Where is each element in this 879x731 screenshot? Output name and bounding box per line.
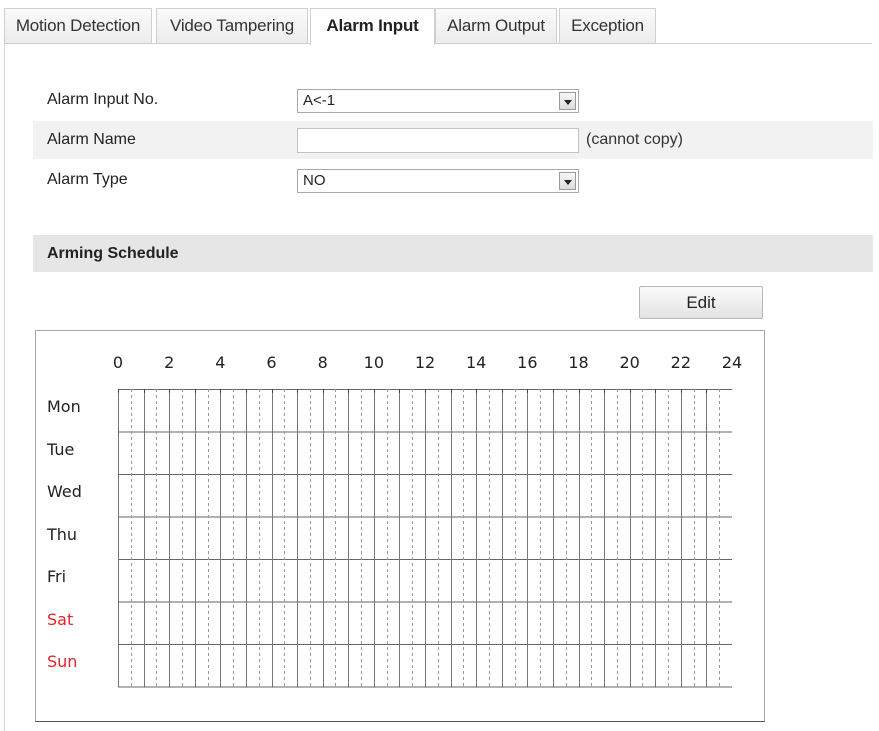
day-label-wed: Wed bbox=[47, 482, 82, 501]
tab-video-tampering[interactable]: Video Tampering bbox=[156, 8, 308, 43]
day-label-thu: Thu bbox=[47, 524, 78, 544]
day-label-sun: Sun bbox=[47, 652, 78, 671]
schedule-grid[interactable] bbox=[118, 389, 732, 693]
tab-alarm-output[interactable]: Alarm Output bbox=[435, 8, 557, 43]
tab-divider bbox=[4, 43, 872, 44]
hour-label: 16 bbox=[517, 353, 538, 372]
tab-exception[interactable]: Exception bbox=[559, 8, 656, 43]
day-label-mon: Mon bbox=[47, 397, 81, 416]
hour-label: 2 bbox=[164, 353, 175, 372]
hour-label: 6 bbox=[266, 353, 277, 372]
alarm-type-row: Alarm Type NO bbox=[33, 161, 873, 199]
tab-alarm-input[interactable]: Alarm Input bbox=[310, 8, 435, 45]
alarm-name-row: Alarm Name (cannot copy) bbox=[33, 121, 873, 159]
alarm-input-no-value: A<-1 bbox=[303, 92, 336, 109]
hour-label: 10 bbox=[363, 353, 385, 372]
hour-label: 22 bbox=[670, 353, 692, 372]
alarm-input-no-label: Alarm Input No. bbox=[47, 91, 159, 108]
hour-label: 14 bbox=[465, 353, 487, 372]
hour-label: 24 bbox=[721, 353, 743, 372]
hour-label: 8 bbox=[317, 353, 328, 372]
arming-schedule-header: Arming Schedule bbox=[33, 235, 873, 272]
hour-label: 18 bbox=[568, 353, 589, 372]
alarm-type-select[interactable]: NO bbox=[297, 169, 579, 193]
tab-motion-detection[interactable]: Motion Detection bbox=[4, 8, 152, 43]
tab-bar: Motion Detection Video Tampering Alarm I… bbox=[4, 8, 874, 45]
day-label-fri: Fri bbox=[47, 567, 67, 586]
chevron-down-icon[interactable] bbox=[559, 172, 576, 190]
hour-label: 4 bbox=[215, 353, 226, 372]
alarm-name-input[interactable] bbox=[297, 128, 579, 153]
arming-schedule-title: Arming Schedule bbox=[47, 245, 179, 262]
alarm-type-value: NO bbox=[303, 172, 326, 189]
alarm-input-no-select[interactable]: A<-1 bbox=[297, 89, 579, 113]
day-label-tue: Tue bbox=[47, 439, 75, 459]
hour-label: 20 bbox=[619, 353, 640, 372]
alarm-name-label: Alarm Name bbox=[47, 131, 136, 148]
alarm-input-no-row: Alarm Input No. A<-1 bbox=[33, 81, 873, 119]
hour-label: 0 bbox=[112, 353, 124, 372]
alarm-name-hint: (cannot copy) bbox=[586, 131, 683, 148]
edit-button[interactable]: Edit bbox=[639, 286, 763, 319]
panel-border bbox=[4, 44, 5, 731]
hour-label: 12 bbox=[414, 353, 436, 372]
chevron-down-icon[interactable] bbox=[559, 92, 576, 110]
day-label-sat: Sat bbox=[47, 609, 74, 629]
arming-schedule-grid: 0 2 4 6 8 10 12 14 16 18 20 22 24 Mon Tue Wed Thu Fri Sat… bbox=[35, 330, 765, 722]
alarm-type-label: Alarm Type bbox=[47, 171, 128, 188]
